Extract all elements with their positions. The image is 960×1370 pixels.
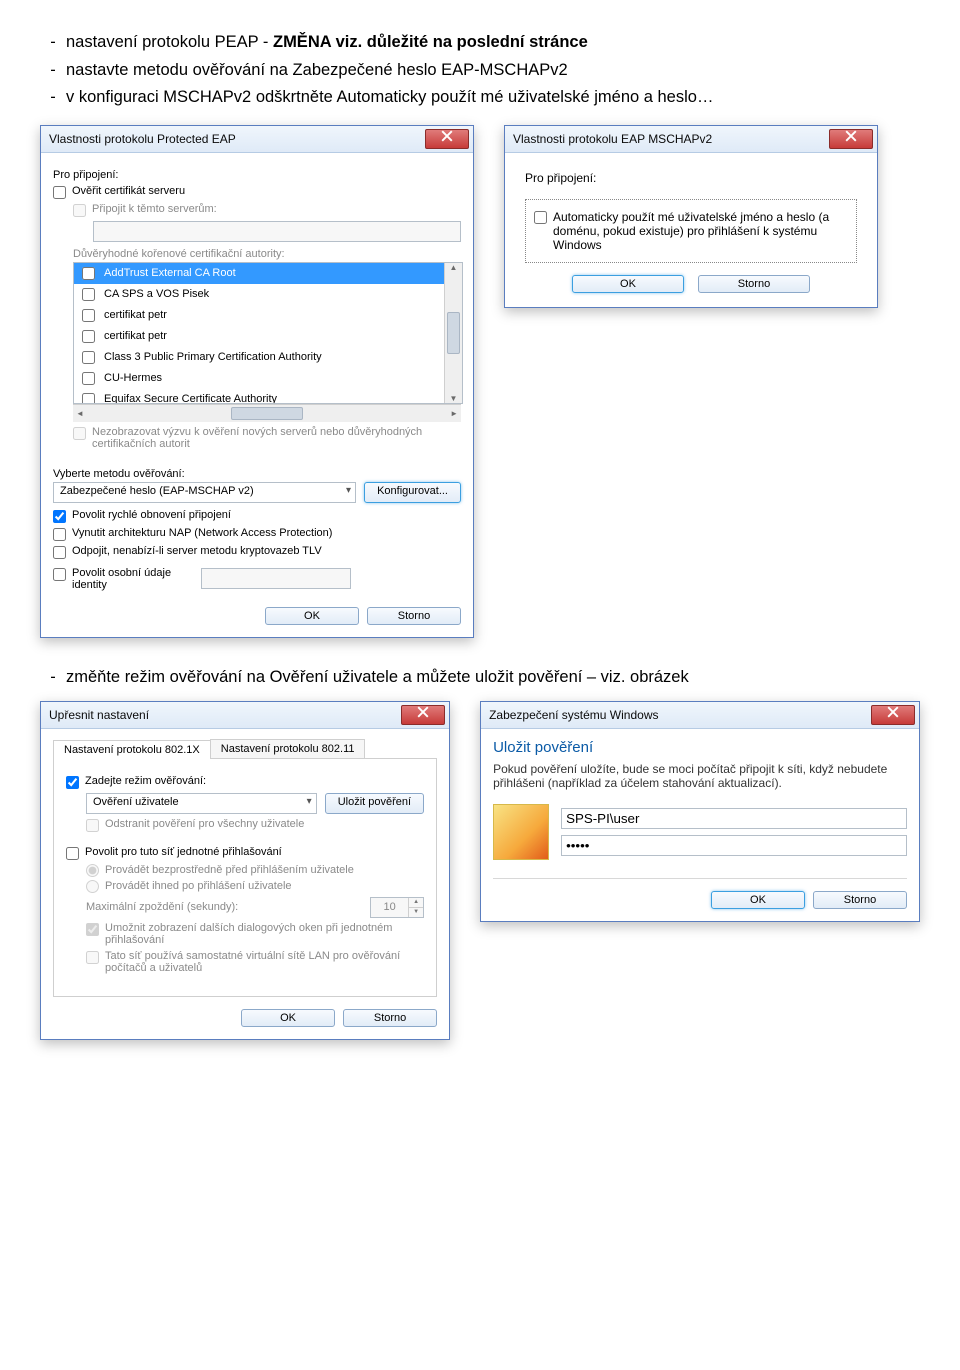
intro-line3: v konfiguraci MSCHAPv2 odškrtněte Automa… [66, 85, 920, 111]
enforce-nap-checkbox[interactable]: Vynutit architekturu NAP (Network Access… [53, 527, 461, 541]
connect-servers-checkbox[interactable]: Připojit k těmto serverům: [73, 203, 461, 217]
max-delay-spinner[interactable]: 10 ▲▼ [370, 897, 424, 918]
cancel-button[interactable]: Storno [698, 275, 810, 293]
ok-button[interactable]: OK [711, 891, 805, 909]
mschap-forconn: Pro připojení: [525, 171, 857, 185]
mschap-title: Vlastnosti protokolu EAP MSCHAPv2 [513, 132, 829, 146]
horizontal-scrollbar[interactable]: ◄► [73, 404, 461, 422]
ok-button[interactable]: OK [265, 607, 359, 625]
intro-line1a: nastavení protokolu PEAP - [66, 33, 273, 51]
fast-reconnect-checkbox[interactable]: Povolit rychlé obnovení připojení [53, 509, 461, 523]
cred-title: Zabezpečení systému Windows [489, 708, 871, 722]
close-icon[interactable] [425, 129, 469, 149]
close-icon[interactable] [829, 129, 873, 149]
cancel-button[interactable]: Storno [343, 1009, 437, 1027]
peap-forconn: Pro připojení: [53, 169, 461, 181]
enable-sso-checkbox[interactable]: Povolit pro tuto síť jednotné přihlašová… [66, 846, 424, 860]
tab-8021x[interactable]: Nastavení protokolu 802.1X [53, 740, 211, 759]
mschap-dialog: Vlastnosti protokolu EAP MSCHAPv2 Pro př… [504, 125, 878, 308]
trusted-roots-label: Důvěryhodné kořenové certifikační autori… [73, 248, 461, 260]
sso-before-radio[interactable]: Provádět bezprostředně před přihlášením … [86, 864, 424, 877]
select-method-label: Vyberte metodu ověřování: [53, 468, 461, 480]
allow-dialogs-checkbox[interactable]: Umožnit zobrazení dalších dialogových ok… [86, 922, 424, 946]
cancel-button[interactable]: Storno [813, 891, 907, 909]
close-icon[interactable] [401, 705, 445, 725]
peap-title: Vlastnosti protokolu Protected EAP [49, 132, 425, 146]
username-input[interactable] [561, 808, 907, 829]
specify-mode-checkbox[interactable]: Zadejte režim ověřování: [66, 775, 424, 789]
configure-button[interactable]: Konfigurovat... [364, 482, 461, 503]
servers-input[interactable] [93, 221, 461, 242]
middle-instruction: - změňte režim ověřování na Ověření uživ… [40, 668, 920, 687]
peap-dialog: Vlastnosti protokolu Protected EAP Pro p… [40, 125, 474, 638]
cred-heading: Uložit pověření [493, 739, 907, 756]
save-credentials-button[interactable]: Uložit pověření [325, 793, 424, 814]
ok-button[interactable]: OK [572, 275, 684, 293]
advanced-dialog: Upřesnit nastavení Nastavení protokolu 8… [40, 701, 450, 1040]
delete-cred-checkbox[interactable]: Odstranit pověření pro všechny uživatele [86, 818, 424, 832]
close-icon[interactable] [871, 705, 915, 725]
trusted-roots-list[interactable]: AddTrust External CA Root CA SPS a VOS P… [73, 262, 463, 404]
disconnect-tlv-checkbox[interactable]: Odpojit, nenabízí-li server metodu krypt… [53, 545, 461, 559]
password-input[interactable] [561, 835, 907, 856]
mschap-auto-checkbox[interactable]: Automaticky použít mé uživatelské jméno … [534, 210, 848, 252]
intro-text: - nastavení protokolu PEAP - ZMĚNA viz. … [40, 30, 920, 111]
cancel-button[interactable]: Storno [367, 607, 461, 625]
noask-checkbox[interactable]: Nezobrazovat výzvu k ověření nových serv… [73, 426, 461, 450]
vlan-checkbox[interactable]: Tato síť používá samostatné virtuální sí… [86, 950, 424, 974]
sso-after-radio[interactable]: Provádět ihned po přihlášení uživatele [86, 880, 424, 893]
ok-button[interactable]: OK [241, 1009, 335, 1027]
cred-desc: Pokud pověření uložíte, bude se moci poč… [493, 762, 907, 790]
intro-line2: nastavte metodu ověřování na Zabezpečené… [66, 58, 920, 84]
auth-mode-combo[interactable]: Ověření uživatele [86, 793, 317, 814]
advanced-title: Upřesnit nastavení [49, 708, 401, 722]
identity-privacy-checkbox[interactable]: Povolit osobní údaje identity [53, 567, 193, 591]
user-avatar-icon [493, 804, 549, 860]
identity-input[interactable] [201, 568, 351, 589]
max-delay-label: Maximální zpoždění (sekundy): [86, 901, 360, 913]
auth-method-combo[interactable]: Zabezpečené heslo (EAP-MSCHAP v2) [53, 482, 356, 503]
vertical-scrollbar[interactable]: ▲▼ [444, 263, 462, 403]
intro-line1b: ZMĚNA viz. důležité na poslední stránce [273, 33, 588, 51]
credentials-dialog: Zabezpečení systému Windows Uložit pověř… [480, 701, 920, 922]
verify-cert-checkbox[interactable]: Ověřit certifikát serveru [53, 185, 461, 199]
tab-80211[interactable]: Nastavení protokolu 802.11 [210, 739, 366, 758]
